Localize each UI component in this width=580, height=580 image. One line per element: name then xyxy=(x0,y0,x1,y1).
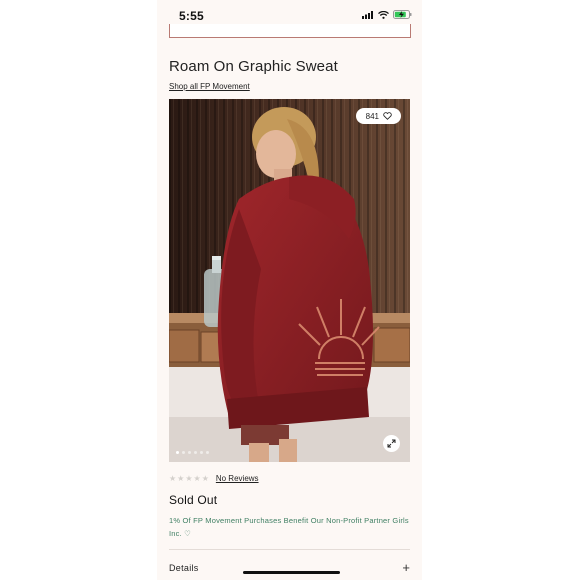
rating-row: ★ ★ ★ ★ ★ No Reviews xyxy=(169,474,259,483)
details-label: Details xyxy=(169,563,199,573)
previous-section-box xyxy=(169,24,411,38)
status-time: 5:55 xyxy=(179,9,204,23)
pagination-dot[interactable] xyxy=(194,451,197,454)
star-icon: ★ xyxy=(201,474,209,483)
battery-charging-icon xyxy=(393,10,412,19)
cellular-signal-icon xyxy=(362,10,373,19)
availability-status: Sold Out xyxy=(169,493,218,507)
pagination-dot[interactable] xyxy=(182,451,185,454)
home-indicator xyxy=(243,571,340,574)
product-page: 5:55 Roam On Graphic Sweat Shop all FP M… xyxy=(157,0,422,580)
product-image[interactable]: 841 xyxy=(169,99,410,462)
star-icon: ★ xyxy=(185,474,193,483)
zoom-button[interactable] xyxy=(383,435,400,452)
pagination-dot[interactable] xyxy=(188,451,191,454)
divider xyxy=(169,549,410,550)
pagination-dot[interactable] xyxy=(206,451,209,454)
benefit-message: 1% Of FP Movement Purchases Benefit Our … xyxy=(169,516,409,538)
shop-all-link[interactable]: Shop all FP Movement xyxy=(169,82,250,91)
status-icons xyxy=(362,10,412,19)
product-photo xyxy=(169,99,410,462)
reviews-link[interactable]: No Reviews xyxy=(216,474,259,483)
star-icon: ★ xyxy=(193,474,201,483)
pagination-dot[interactable] xyxy=(176,451,179,454)
image-pagination-dots xyxy=(176,451,209,454)
star-rating: ★ ★ ★ ★ ★ xyxy=(169,474,209,483)
star-icon: ★ xyxy=(169,474,177,483)
product-title: Roam On Graphic Sweat xyxy=(169,58,338,75)
star-icon: ★ xyxy=(177,474,185,483)
plus-icon: + xyxy=(402,560,410,575)
pagination-dot[interactable] xyxy=(200,451,203,454)
expand-icon xyxy=(387,439,396,448)
like-button[interactable]: 841 xyxy=(355,108,401,124)
heart-icon xyxy=(383,112,392,120)
like-count: 841 xyxy=(365,111,379,121)
wifi-icon xyxy=(378,10,389,19)
